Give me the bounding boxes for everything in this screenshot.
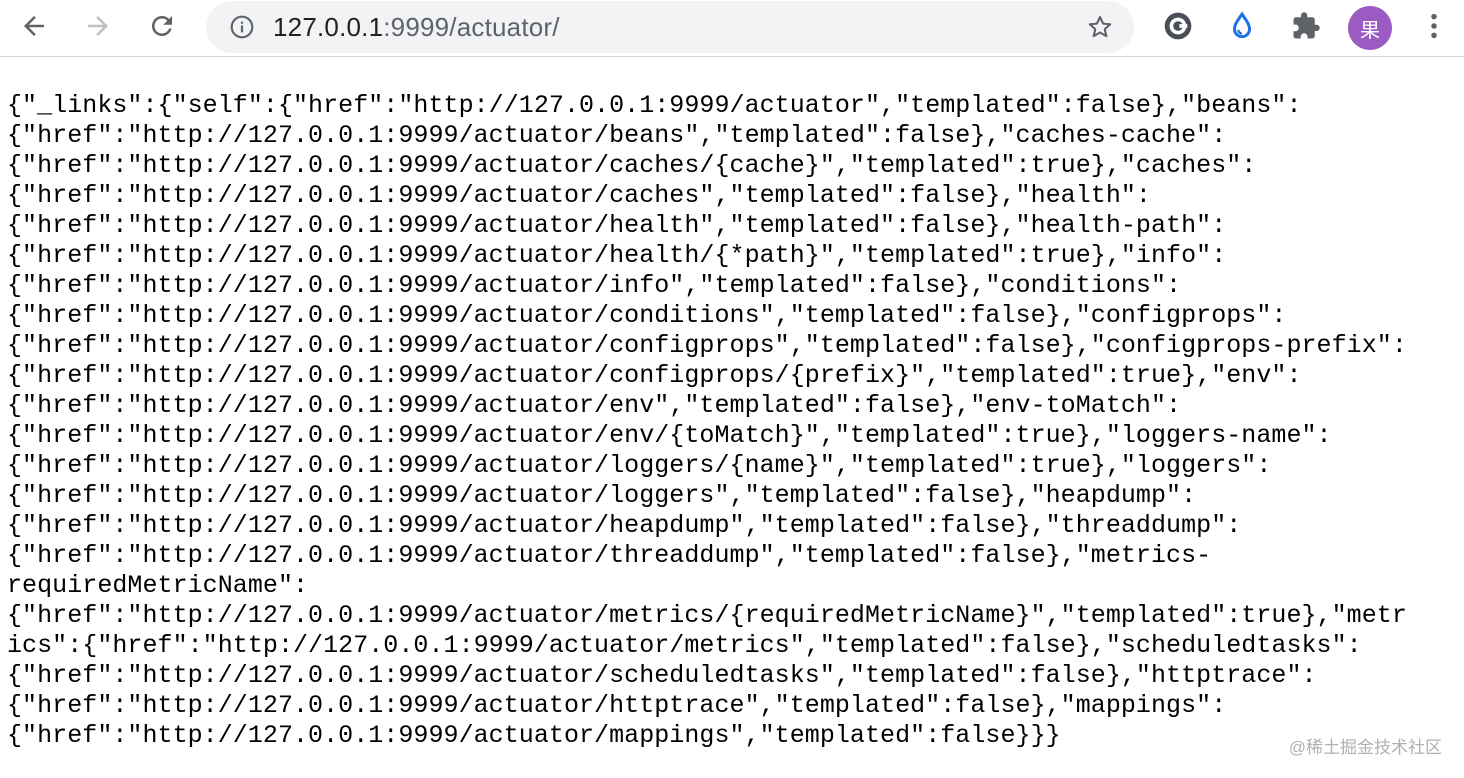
json-line: {"href":"http://127.0.0.1:9999/actuator/…	[7, 271, 1182, 300]
extension-button-2[interactable]	[1224, 8, 1260, 44]
json-line: {"href":"http://127.0.0.1:9999/actuator/…	[7, 301, 1287, 330]
json-line: {"href":"http://127.0.0.1:9999/actuator/…	[7, 661, 1317, 690]
url-path: :9999/actuator/	[383, 12, 560, 42]
cloud-circle-extension-icon	[1164, 12, 1192, 40]
json-line: {"href":"http://127.0.0.1:9999/actuator/…	[7, 211, 1227, 240]
url-text[interactable]: 127.0.0.1:9999/actuator/	[273, 1, 560, 53]
forward-arrow-icon	[88, 16, 108, 36]
json-line: {"href":"http://127.0.0.1:9999/actuator/…	[7, 151, 1257, 180]
json-line: {"href":"http://127.0.0.1:9999/actuator/…	[7, 121, 1227, 150]
json-line: {"href":"http://127.0.0.1:9999/actuator/…	[7, 511, 1242, 540]
back-button[interactable]	[14, 6, 54, 46]
address-bar[interactable]: 127.0.0.1:9999/actuator/	[206, 1, 1134, 53]
json-line: {"href":"http://127.0.0.1:9999/actuator/…	[7, 181, 1151, 210]
puzzle-extensions-icon	[1293, 12, 1320, 39]
json-line: {"href":"http://127.0.0.1:9999/actuator/…	[7, 391, 1182, 420]
json-line: {"href":"http://127.0.0.1:9999/actuator/…	[7, 691, 1227, 720]
json-response-body: {"_links":{"self":{"href":"http://127.0.…	[7, 91, 1459, 751]
bookmark-button[interactable]	[1086, 13, 1114, 41]
profile-avatar[interactable]: 果	[1348, 6, 1392, 50]
star-icon	[1088, 16, 1112, 38]
forward-button[interactable]	[78, 6, 118, 46]
json-line: {"href":"http://127.0.0.1:9999/actuator/…	[7, 331, 1407, 360]
kebab-menu-icon	[1431, 13, 1437, 39]
json-line: {"_links":{"self":{"href":"http://127.0.…	[7, 91, 1302, 120]
json-line: {"href":"http://127.0.0.1:9999/actuator/…	[7, 541, 1212, 570]
json-line: ics":{"href":"http://127.0.0.1:9999/actu…	[7, 631, 1362, 660]
extension-button-1[interactable]	[1160, 8, 1196, 44]
json-line: {"href":"http://127.0.0.1:9999/actuator/…	[7, 451, 1272, 480]
json-line: {"href":"http://127.0.0.1:9999/actuator/…	[7, 601, 1407, 630]
json-line: {"href":"http://127.0.0.1:9999/actuator/…	[7, 721, 1061, 750]
url-host: 127.0.0.1	[273, 12, 384, 42]
info-icon	[230, 15, 254, 39]
watermark: @稀土掘金技术社区	[1288, 738, 1442, 757]
back-arrow-icon	[24, 16, 44, 36]
browser-menu-button[interactable]	[1416, 8, 1452, 44]
json-line: requiredMetricName":	[7, 571, 309, 600]
browser-toolbar: 127.0.0.1:9999/actuator/ 果	[0, 0, 1464, 57]
extensions-menu-button[interactable]	[1288, 8, 1324, 44]
json-line: {"href":"http://127.0.0.1:9999/actuator/…	[7, 421, 1332, 450]
water-drop-extension-icon	[1232, 11, 1252, 39]
reload-button[interactable]	[142, 6, 182, 46]
reload-icon	[152, 15, 172, 36]
json-line: {"href":"http://127.0.0.1:9999/actuator/…	[7, 241, 1227, 270]
json-line: {"href":"http://127.0.0.1:9999/actuator/…	[7, 481, 1197, 510]
site-info-button[interactable]	[228, 13, 256, 41]
json-line: {"href":"http://127.0.0.1:9999/actuator/…	[7, 361, 1302, 390]
profile-initial: 果	[1360, 19, 1380, 42]
